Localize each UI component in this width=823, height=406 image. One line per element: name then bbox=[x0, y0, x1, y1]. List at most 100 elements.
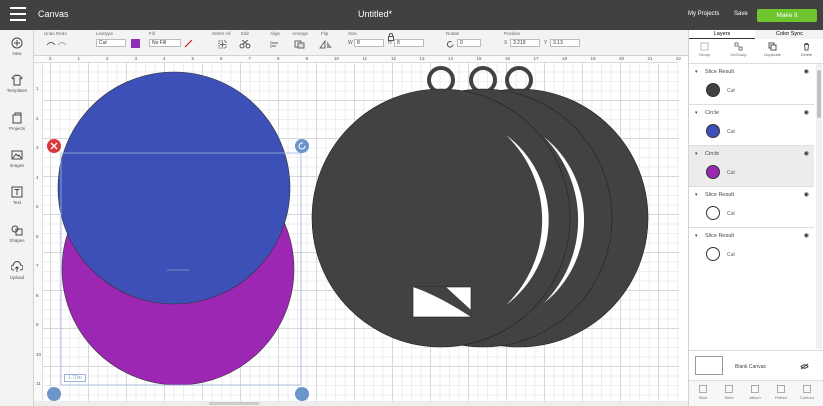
layer-item[interactable]: ▾ Slice Result ◉ Cut bbox=[689, 187, 814, 228]
rotate-input[interactable]: 0 bbox=[457, 39, 481, 47]
ruler-top-tick: 16 bbox=[505, 56, 511, 61]
resize-handle[interactable] bbox=[295, 387, 309, 401]
weld-button[interactable]: Weld bbox=[718, 385, 740, 400]
ruler-left-tick: 10 bbox=[36, 351, 42, 357]
ruler-top-tick: 14 bbox=[448, 56, 454, 61]
eye-icon[interactable]: ◉ bbox=[804, 150, 809, 157]
sidebar-item-label: Upload bbox=[9, 275, 25, 280]
make-it-button[interactable]: Make It bbox=[757, 9, 817, 22]
eye-icon[interactable]: ◉ bbox=[804, 191, 809, 198]
save-button[interactable]: Save bbox=[734, 11, 748, 17]
flatten-icon bbox=[777, 385, 785, 393]
eye-icon[interactable]: ◉ bbox=[804, 109, 809, 116]
layer-color-swatch[interactable] bbox=[706, 83, 720, 97]
contour-icon bbox=[803, 385, 811, 393]
group-button[interactable]: Group bbox=[691, 42, 718, 57]
align-icon[interactable] bbox=[270, 40, 280, 49]
chevron-down-icon[interactable]: ▾ bbox=[695, 110, 698, 116]
chevron-down-icon[interactable]: ▾ bbox=[695, 192, 698, 198]
sidebar-item-projects[interactable]: Projects bbox=[0, 112, 34, 131]
select-all-icon[interactable] bbox=[218, 40, 227, 49]
my-projects-link[interactable]: My Projects bbox=[688, 11, 719, 17]
tab-color-sync[interactable]: Color Sync bbox=[755, 30, 823, 39]
slice-label: Slice bbox=[698, 395, 708, 400]
duplicate-button[interactable]: Duplicate bbox=[759, 42, 786, 57]
sidebar-item-images[interactable]: Images bbox=[0, 149, 34, 168]
attach-button[interactable]: Attach bbox=[744, 385, 766, 400]
sidebar-item-new[interactable]: New bbox=[0, 37, 34, 56]
blank-canvas-swatch[interactable] bbox=[695, 356, 723, 375]
ruler-top-tick: 8 bbox=[277, 56, 280, 61]
delete-button[interactable]: Delete bbox=[793, 42, 820, 57]
layer-color-swatch[interactable] bbox=[706, 206, 720, 220]
flatten-button[interactable]: Flatten bbox=[770, 385, 792, 400]
left-sidebar: New Templates Projects Images Text Shape… bbox=[0, 30, 34, 406]
contour-button[interactable]: Contour bbox=[796, 385, 818, 400]
x-position-input[interactable]: 3.219 bbox=[510, 39, 540, 47]
height-input[interactable]: 8 bbox=[394, 39, 424, 47]
position-label: Position bbox=[504, 31, 521, 36]
layer-color-swatch[interactable] bbox=[706, 124, 720, 138]
ruler-top-tick: 6 bbox=[220, 56, 223, 61]
duplicate-label: Duplicate bbox=[764, 52, 781, 57]
chevron-down-icon[interactable]: ▾ bbox=[695, 151, 698, 157]
layer-item[interactable]: ▾ Circle ◉ Cut bbox=[689, 105, 814, 146]
ruler-top-tick: 10 bbox=[334, 56, 340, 61]
linetype-select[interactable]: Cut bbox=[96, 39, 126, 47]
eye-icon[interactable]: ◉ bbox=[804, 68, 809, 75]
fill-select[interactable]: No Fill bbox=[149, 39, 181, 47]
layer-item[interactable]: ▾ Slice Result ◉ Cut bbox=[689, 64, 814, 105]
delete-label: Delete bbox=[800, 52, 813, 57]
upload-icon bbox=[11, 261, 23, 272]
hanging-ring-1[interactable] bbox=[427, 66, 455, 94]
flip-icon[interactable] bbox=[319, 40, 333, 49]
layer-item-selected[interactable]: ▾ Circle ◉ Cut bbox=[689, 146, 814, 187]
no-fill-icon[interactable] bbox=[184, 39, 193, 48]
lock-handle[interactable] bbox=[47, 387, 61, 401]
hanging-ring-3[interactable] bbox=[505, 66, 533, 94]
design-canvas[interactable]: 1.70in bbox=[34, 56, 679, 401]
horizontal-scrollbar[interactable] bbox=[34, 401, 688, 406]
y-position-input[interactable]: 3.13 bbox=[550, 39, 580, 47]
scissors-icon[interactable] bbox=[239, 40, 253, 49]
ruler-top-tick: 1 bbox=[77, 56, 81, 61]
hanging-ring-2[interactable] bbox=[469, 66, 497, 94]
flip-group: Flip bbox=[321, 31, 328, 36]
size-badge: 1.70in bbox=[64, 374, 86, 382]
arrange-icon[interactable] bbox=[294, 40, 308, 49]
ruler-top-tick: 20 bbox=[619, 56, 625, 61]
ruler-left-tick: 3 bbox=[36, 145, 39, 150]
ruler-left: 1 2 3 4 5 6 7 8 9 10 11 bbox=[34, 63, 43, 401]
linetype-label: Linetype bbox=[96, 31, 114, 36]
slice-button[interactable]: Slice bbox=[692, 385, 714, 400]
layer-actions: Group UnGroup Duplicate Delete bbox=[689, 39, 823, 64]
tab-layers[interactable]: Layers bbox=[689, 30, 755, 39]
sidebar-item-shapes[interactable]: Shapes bbox=[0, 224, 34, 243]
bottom-actions: Slice Weld Attach Flatten Contour bbox=[689, 380, 823, 406]
ungroup-button[interactable]: UnGroup bbox=[725, 42, 752, 57]
edit-toolbar: Undo Redo Linetype Cut Fill No Fill Sele… bbox=[34, 30, 688, 56]
sidebar-item-text[interactable]: Text bbox=[0, 186, 34, 205]
rotate-handle[interactable] bbox=[295, 139, 309, 153]
ruler-top-tick: 13 bbox=[419, 56, 425, 61]
undo-redo-icon[interactable] bbox=[44, 39, 68, 49]
chevron-down-icon[interactable]: ▾ bbox=[695, 69, 698, 75]
layer-item[interactable]: ▾ Slice Result ◉ Cut bbox=[689, 228, 814, 269]
layer-color-swatch[interactable] bbox=[706, 165, 720, 179]
layer-color-swatch[interactable] bbox=[706, 247, 720, 261]
weld-label: Weld bbox=[724, 395, 734, 400]
linetype-color-swatch[interactable] bbox=[131, 39, 140, 48]
canvas-artwork bbox=[47, 66, 649, 401]
eye-icon[interactable]: ◉ bbox=[804, 232, 809, 239]
panel-scrollbar[interactable] bbox=[816, 64, 822, 349]
scroll-thumb[interactable] bbox=[817, 70, 821, 118]
hamburger-menu-icon[interactable] bbox=[10, 7, 26, 21]
blue-circle[interactable] bbox=[57, 71, 291, 305]
ungroup-icon bbox=[734, 42, 743, 51]
eye-hidden-icon[interactable] bbox=[800, 363, 809, 370]
sidebar-item-templates[interactable]: Templates bbox=[0, 74, 34, 93]
chevron-down-icon[interactable]: ▾ bbox=[695, 233, 698, 239]
sidebar-item-upload[interactable]: Upload bbox=[0, 261, 34, 280]
width-input[interactable]: 8 bbox=[354, 39, 384, 47]
scroll-thumb[interactable] bbox=[209, 402, 259, 405]
